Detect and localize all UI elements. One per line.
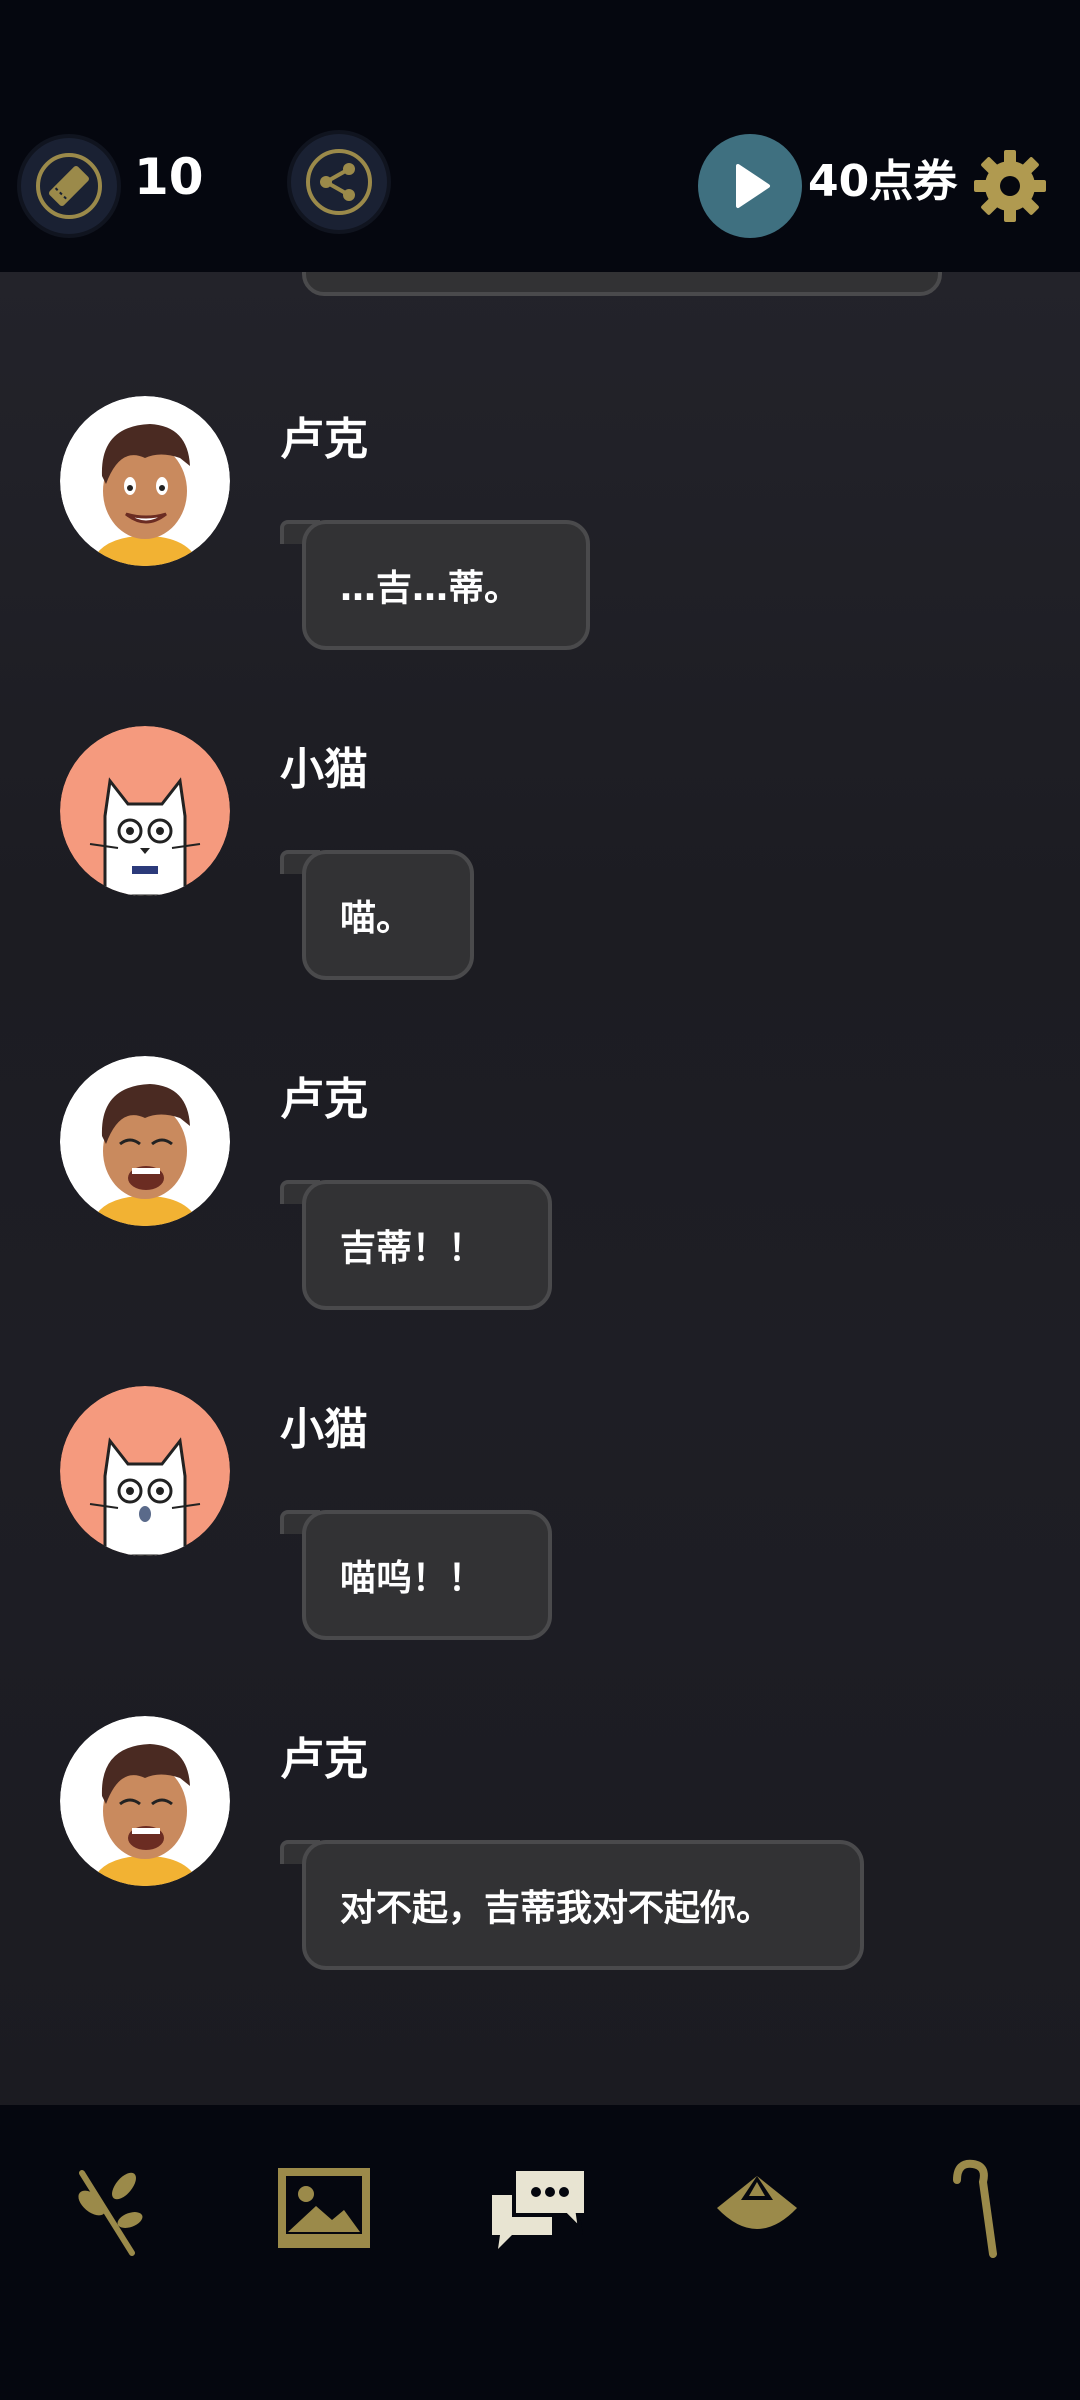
- watch-ad-play-button[interactable]: [698, 134, 802, 238]
- image-gallery-icon: [278, 2168, 370, 2248]
- cat-avatar-icon: [60, 726, 230, 896]
- nav-hat[interactable]: [702, 2153, 812, 2263]
- message-bubble: …吉…蒂。: [302, 520, 590, 650]
- sender-name: 小猫: [280, 1404, 368, 1455]
- nav-chat[interactable]: [485, 2153, 595, 2263]
- ticket-icon: [36, 153, 102, 219]
- gear-icon[interactable]: [972, 148, 1048, 224]
- nav-cane[interactable]: [918, 2153, 1028, 2263]
- luke-avatar-icon: [60, 1056, 230, 1226]
- bottom-nav: [0, 2105, 1080, 2400]
- avatar-cat[interactable]: [60, 726, 230, 896]
- play-icon: [736, 164, 770, 208]
- avatar-luke[interactable]: [60, 1056, 230, 1226]
- ticket-button[interactable]: [17, 134, 121, 238]
- share-button[interactable]: [287, 130, 391, 234]
- nav-branch[interactable]: [52, 2153, 162, 2263]
- avatar-luke[interactable]: [60, 396, 230, 566]
- nav-gallery[interactable]: [269, 2153, 379, 2263]
- hat-icon: [717, 2176, 797, 2229]
- avatar-cat[interactable]: [60, 1386, 230, 1556]
- message-bubble: 吉蒂！！: [302, 1180, 552, 1310]
- luke-avatar-icon: [60, 1716, 230, 1886]
- points-label: 40点券: [808, 156, 958, 207]
- chat-area[interactable]: 卢克 …吉…蒂。 小猫 喵。 卢克 吉蒂！！ 小猫 喵呜！！ 卢克 对不起，吉蒂…: [0, 272, 1080, 2105]
- previous-message-bubble: [302, 272, 942, 296]
- sender-name: 卢克: [280, 1074, 368, 1125]
- chat-message: 卢克 …吉…蒂。: [0, 396, 1080, 696]
- luke-avatar-icon: [60, 396, 230, 566]
- chat-message: 小猫 喵。: [0, 726, 1080, 1026]
- share-icon: [306, 149, 372, 215]
- cane-icon: [953, 2159, 997, 2258]
- chat-message: 小猫 喵呜！！: [0, 1386, 1080, 1686]
- avatar-luke[interactable]: [60, 1716, 230, 1886]
- chat-icon: [492, 2167, 588, 2249]
- chat-message: 卢克 吉蒂！！: [0, 1056, 1080, 1356]
- cat-avatar-icon: [60, 1386, 230, 1556]
- sender-name: 卢克: [280, 1734, 368, 1785]
- sender-name: 卢克: [280, 414, 368, 465]
- message-bubble: 对不起，吉蒂我对不起你。: [302, 1840, 864, 1970]
- branch-icon: [78, 2170, 143, 2256]
- chat-message: 卢克 对不起，吉蒂我对不起你。: [0, 1716, 1080, 2016]
- message-bubble: 喵。: [302, 850, 474, 980]
- ticket-count: 10: [134, 148, 204, 206]
- top-bar: 10 40点券: [0, 0, 1080, 272]
- sender-name: 小猫: [280, 744, 368, 795]
- message-bubble: 喵呜！！: [302, 1510, 552, 1640]
